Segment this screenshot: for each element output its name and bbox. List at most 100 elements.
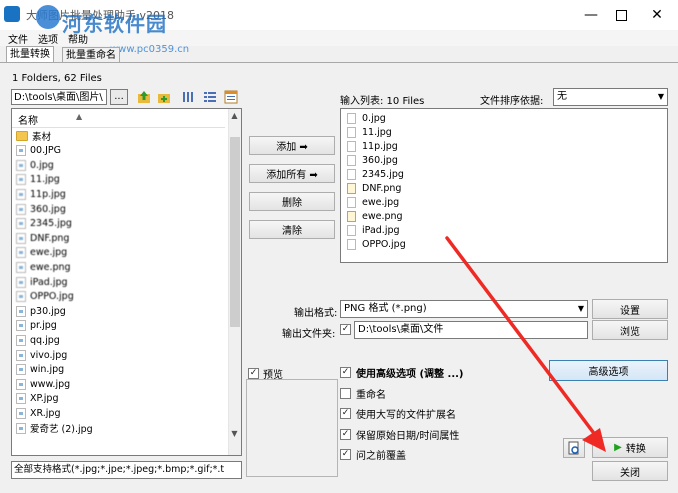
column-name[interactable]: 名称 bbox=[18, 112, 38, 127]
option-checkbox[interactable]: ✓ bbox=[340, 367, 351, 378]
option-row[interactable]: 重命名 bbox=[340, 386, 386, 401]
file-name: 11p.jpg bbox=[30, 188, 66, 200]
tab-batch-convert[interactable]: 批量转换 bbox=[6, 46, 54, 63]
close-icon: ✕ bbox=[651, 7, 663, 23]
chevron-down-icon: ▼ bbox=[657, 92, 664, 101]
browse-button[interactable]: 浏览 bbox=[592, 320, 668, 340]
file-item[interactable]: 00.JPG bbox=[16, 144, 61, 158]
play-icon: ▶ bbox=[614, 442, 622, 453]
file-name: www.jpg bbox=[30, 378, 71, 390]
watermark-url: www.pc0359.cn bbox=[110, 44, 190, 55]
file-item[interactable]: iPad.jpg bbox=[16, 275, 68, 289]
view-details-icon[interactable] bbox=[223, 89, 239, 105]
new-folder-icon[interactable] bbox=[156, 89, 172, 105]
output-folder-input[interactable]: D:\tools\桌面\文件 bbox=[354, 321, 588, 339]
advanced-options-button[interactable]: 高级选项 bbox=[549, 360, 668, 381]
input-file-item[interactable]: ewe.jpg bbox=[347, 196, 399, 209]
app-icon bbox=[4, 6, 20, 22]
convert-label: 转换 bbox=[625, 444, 646, 455]
option-label: 重命名 bbox=[356, 390, 386, 401]
file-item[interactable]: ewe.png bbox=[16, 260, 71, 274]
file-item[interactable]: 0.jpg bbox=[16, 158, 54, 172]
image-file-icon bbox=[16, 422, 26, 434]
file-item[interactable]: OPPO.jpg bbox=[16, 290, 74, 304]
option-checkbox[interactable] bbox=[340, 388, 351, 399]
file-item[interactable]: win.jpg bbox=[16, 363, 64, 377]
sort-select[interactable]: 无 ▼ bbox=[553, 88, 668, 106]
source-file-list[interactable]: 名称 ▲ 素材 00.JPG 0.jpg 11.jpg 11p.jpg 360.jpg 23… bbox=[11, 108, 242, 456]
option-checkbox[interactable]: ✓ bbox=[340, 408, 351, 419]
option-label: 问之前覆盖 bbox=[356, 451, 406, 462]
output-format-label: 输出格式: bbox=[294, 308, 338, 319]
input-file-item[interactable]: 0.jpg bbox=[347, 112, 386, 125]
file-name: p30.jpg bbox=[30, 305, 66, 317]
input-file-item[interactable]: DNF.png bbox=[347, 182, 401, 195]
input-file-item[interactable]: 2345.jpg bbox=[347, 168, 404, 181]
folder-item[interactable]: 素材 bbox=[16, 129, 51, 143]
file-item[interactable]: vivo.jpg bbox=[16, 348, 67, 362]
image-file-icon bbox=[16, 232, 26, 244]
option-row[interactable]: ✓ 使用高级选项 (调整 ...) bbox=[340, 365, 464, 380]
scroll-down-icon[interactable]: ▼ bbox=[228, 427, 241, 441]
preview-file-button[interactable] bbox=[563, 438, 585, 458]
preview-checkbox[interactable]: ✓ bbox=[248, 368, 259, 379]
option-checkbox[interactable]: ✓ bbox=[340, 449, 351, 460]
file-item[interactable]: 爱奇艺 (2).jpg bbox=[16, 421, 93, 435]
file-item[interactable]: XR.jpg bbox=[16, 406, 61, 420]
close-button[interactable]: 关闭 bbox=[592, 461, 668, 481]
minimize-button[interactable]: — bbox=[574, 0, 608, 30]
input-file-item[interactable]: iPad.jpg bbox=[347, 224, 400, 237]
close-window-button[interactable]: ✕ bbox=[640, 0, 674, 30]
clear-button[interactable]: 清除 bbox=[249, 220, 335, 239]
file-item[interactable]: qq.jpg bbox=[16, 333, 60, 347]
file-name: OPPO.jpg bbox=[30, 291, 74, 303]
path-input[interactable]: D:\tools\桌面\图片\ bbox=[11, 89, 107, 105]
output-format-select[interactable]: PNG 格式 (*.png) ▼ bbox=[340, 300, 588, 318]
file-item[interactable]: ewe.jpg bbox=[16, 246, 67, 260]
scrollbar-thumb[interactable] bbox=[230, 137, 240, 327]
file-item[interactable]: pr.jpg bbox=[16, 319, 57, 333]
file-item[interactable]: 360.jpg bbox=[16, 202, 66, 216]
option-row[interactable]: ✓ 保留原始日期/时间属性 bbox=[340, 427, 459, 442]
input-file-list[interactable]: 0.jpg 11.jpg 11p.jpg 360.jpg 2345.jpg DNF.png… bbox=[340, 108, 668, 263]
file-item[interactable]: XP.jpg bbox=[16, 392, 58, 406]
file-item[interactable]: 11.jpg bbox=[16, 173, 60, 187]
input-file-item[interactable]: ewe.png bbox=[347, 210, 403, 223]
settings-button[interactable]: 设置 bbox=[592, 299, 668, 319]
option-row[interactable]: ✓ 问之前覆盖 bbox=[340, 447, 406, 462]
file-name: iPad.jpg bbox=[30, 276, 68, 288]
add-all-button[interactable]: 添加所有 ➡ bbox=[249, 164, 335, 183]
file-item[interactable]: 2345.jpg bbox=[16, 217, 72, 231]
tab-batch-rename[interactable]: 批量重命名 bbox=[62, 47, 120, 63]
file-list-header[interactable]: 名称 ▲ bbox=[12, 109, 225, 128]
image-file-icon bbox=[16, 247, 26, 259]
input-file-item[interactable]: 360.jpg bbox=[347, 154, 398, 167]
input-file-item[interactable]: 11p.jpg bbox=[347, 140, 398, 153]
up-folder-icon[interactable] bbox=[136, 89, 152, 105]
view-list-icon[interactable] bbox=[202, 89, 218, 105]
input-file-item[interactable]: OPPO.jpg bbox=[347, 238, 406, 251]
file-type-filter[interactable]: 全部支持格式(*.jpg;*.jpe;*.jpeg;*.bmp;*.gif;*.… bbox=[11, 461, 242, 479]
delete-button[interactable]: 删除 bbox=[249, 192, 335, 211]
menu-options[interactable]: 选项 bbox=[38, 31, 58, 46]
watermark-logo-icon bbox=[36, 5, 60, 29]
scroll-up-icon[interactable]: ▲ bbox=[228, 109, 241, 123]
file-name: 素材 bbox=[32, 132, 52, 143]
option-checkbox[interactable]: ✓ bbox=[340, 429, 351, 440]
menu-file[interactable]: 文件 bbox=[8, 31, 28, 46]
add-button[interactable]: 添加 ➡ bbox=[249, 136, 335, 155]
file-item[interactable]: DNF.png bbox=[16, 231, 69, 245]
output-folder-checkbox[interactable]: ✓ bbox=[340, 324, 351, 335]
input-file-name: 360.jpg bbox=[362, 155, 398, 166]
input-file-name: iPad.jpg bbox=[362, 225, 400, 236]
path-browse-button[interactable]: ... bbox=[110, 89, 128, 105]
file-item[interactable]: www.jpg bbox=[16, 377, 70, 391]
view-icons-icon[interactable] bbox=[180, 89, 196, 105]
option-row[interactable]: ✓ 使用大写的文件扩展名 bbox=[340, 406, 456, 421]
file-item[interactable]: p30.jpg bbox=[16, 304, 66, 318]
maximize-button[interactable] bbox=[604, 0, 638, 30]
input-file-item[interactable]: 11.jpg bbox=[347, 126, 392, 139]
file-item[interactable]: 11p.jpg bbox=[16, 187, 66, 201]
image-file-icon bbox=[347, 183, 356, 194]
convert-button[interactable]: ▶ 转换 bbox=[592, 437, 668, 458]
